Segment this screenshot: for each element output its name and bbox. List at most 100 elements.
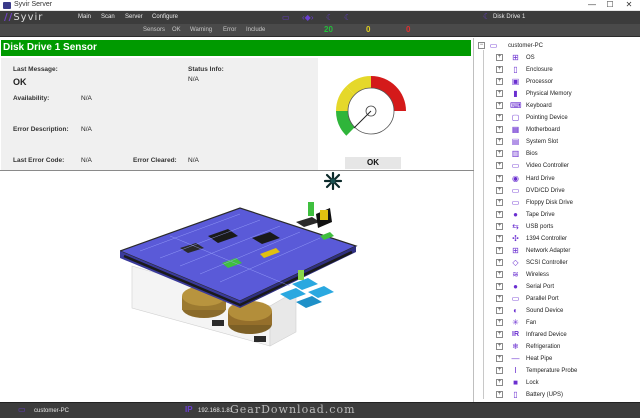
expand-toggle[interactable]: + [496,307,503,315]
expand-toggle[interactable]: + [496,150,503,158]
expand-toggle[interactable]: + [496,391,503,399]
expand-toggle[interactable]: + [496,66,503,74]
tree-item-motherboard[interactable]: + ▦ Motherboard [496,124,636,136]
tree-item-dvd-cd-drive[interactable]: + ▭ DVD/CD Drive [496,185,636,197]
tree-item-lock[interactable]: + ■ Lock [496,377,636,389]
expand-toggle[interactable]: + [496,78,503,86]
parallel-icon: ▭ [511,294,520,303]
expand-toggle[interactable]: + [496,162,503,170]
fan-icon [323,172,343,190]
expand-toggle[interactable]: + [496,270,503,278]
tree-item-enclosure[interactable]: + ▯ Enclosure [496,64,636,76]
expand-toggle[interactable]: + [496,90,503,98]
collapse-toggle[interactable]: − [478,42,485,49]
moon-icon[interactable]: ☾ [344,13,351,22]
expand-toggle[interactable]: + [496,246,503,254]
hard-drive-icon: ◉ [512,173,519,183]
tree-item-scsi-controller[interactable]: + ◇ SCSI Controller [496,257,636,269]
tree-item-sound-device[interactable]: + ◐ Sound Device [496,305,636,317]
expand-toggle[interactable]: + [496,102,503,110]
tree-root[interactable]: − ▭ customer-PC [478,40,638,51]
tree-item-usb-ports[interactable]: + ⇆ USB ports [496,221,636,233]
tree-item-physical-memory[interactable]: + ▮ Physical Memory [496,88,636,100]
tree-item-tape-drive[interactable]: + ● Tape Drive [496,209,636,221]
minimize-button[interactable]: — [584,0,600,10]
moon-icon[interactable]: ☾ [326,13,333,22]
expand-toggle[interactable]: + [496,210,503,218]
close-button[interactable]: ✕ [621,0,637,10]
expand-toggle[interactable]: + [496,367,503,375]
tree-item-parallel-port[interactable]: + ▭ Parallel Port [496,293,636,305]
expand-toggle[interactable]: + [496,343,503,351]
expand-toggle[interactable]: + [496,174,503,182]
sound-icon: ◐ [513,306,518,316]
expand-toggle[interactable]: + [496,331,503,339]
error-count: 0 [406,25,411,34]
title-bar: Syvir Server — ☐ ✕ [0,0,640,11]
tree-item-os[interactable]: + ⊞ OS [496,52,636,64]
tab-include[interactable]: Include [246,26,265,35]
menu-main[interactable]: Main [78,13,91,22]
code-brackets-icon[interactable]: ‹◆› [302,13,313,22]
mouse-icon: ▢ [511,113,520,123]
tab-ok[interactable]: OK [172,26,181,35]
tree-item-bios[interactable]: + ▥ Bios [496,148,636,160]
tab-error[interactable]: Error [223,26,236,35]
tree-item-hard-drive[interactable]: + ◉ Hard Drive [496,173,636,185]
tree-item-wireless[interactable]: + ≋ Wireless [496,269,636,281]
video-icon: ▭ [511,161,520,171]
tree-item-serial-port[interactable]: + ● Serial Port [496,281,636,293]
tree-item-fan[interactable]: + ✳ Fan [496,317,636,329]
lock-icon: ■ [513,378,518,388]
monitor-status-icon: ▭ [18,405,26,414]
tree-item-heat-pipe[interactable]: + — Heat Pipe [496,353,636,365]
expand-toggle[interactable]: + [496,198,503,206]
tree-item-label: Pointing Device [526,115,568,122]
tree-item-infrared-device[interactable]: + IR Infrared Device [496,329,636,341]
motherboard-icon: ▦ [511,125,520,135]
tree-item-pointing-device[interactable]: + ▢ Pointing Device [496,112,636,124]
tree-item-floppy-disk-drive[interactable]: + ▭ Floppy Disk Drive [496,197,636,209]
expand-toggle[interactable]: + [496,138,503,146]
monitor-icon[interactable]: ▭ [282,13,290,22]
tree-item-video-controller[interactable]: + ▭ Video Controller [496,160,636,172]
tree-item-refrigeration[interactable]: + ❄ Refrigeration [496,341,636,353]
menu-scan[interactable]: Scan [101,13,115,22]
expand-toggle[interactable]: + [496,126,503,134]
expand-toggle[interactable]: + [496,282,503,290]
expand-toggle[interactable]: + [496,295,503,302]
expand-toggle[interactable]: + [496,258,503,266]
expand-toggle[interactable]: + [496,186,503,194]
expand-toggle[interactable]: + [496,222,503,230]
tree-item-label: Video Controller [526,163,569,170]
memory-icon: ▮ [513,89,518,99]
menu-configure[interactable]: Configure [152,13,178,22]
expand-toggle[interactable]: + [496,379,503,387]
maximize-button[interactable]: ☐ [602,0,618,10]
tree-item-temperature-probe[interactable]: + I Temperature Probe [496,365,636,377]
computer-icon: ▭ [489,41,498,50]
tree-item-network-adapter[interactable]: + ⊞ Network Adapter [496,245,636,257]
tree-item-battery-ups[interactable]: + ▯ Battery (UPS) [496,389,636,401]
expand-toggle[interactable]: + [496,355,503,363]
expand-toggle[interactable]: + [496,234,503,242]
tree-item-label: Bios [526,151,538,158]
window-title: Syvir Server [14,1,53,8]
menu-server[interactable]: Server [125,13,143,22]
last-message-value: OK [13,77,27,87]
expand-toggle[interactable]: + [496,54,503,61]
tree-item-1394-controller[interactable]: + ✣ 1394 Controller [496,233,636,245]
tree-item-system-slot[interactable]: + ▤ System Slot [496,136,636,148]
heat-pipe-icon: — [511,354,520,364]
tab-sensors[interactable]: Sensors [143,26,165,35]
tree-item-keyboard[interactable]: + ⌨ Keyboard [496,100,636,112]
tree-item-processor[interactable]: + ▣ Processor [496,76,636,88]
tab-warning[interactable]: Warning [190,26,212,35]
gauge-status-label: OK [345,157,401,169]
expand-toggle[interactable]: + [496,319,503,327]
network-icon: ⊞ [512,245,519,255]
expand-toggle[interactable]: + [496,114,503,122]
tree-item-label: Battery (UPS) [526,392,564,399]
sensor-header: Disk Drive 1 Sensor [1,40,471,56]
watermark-logo: GearDownload.com [230,403,356,416]
